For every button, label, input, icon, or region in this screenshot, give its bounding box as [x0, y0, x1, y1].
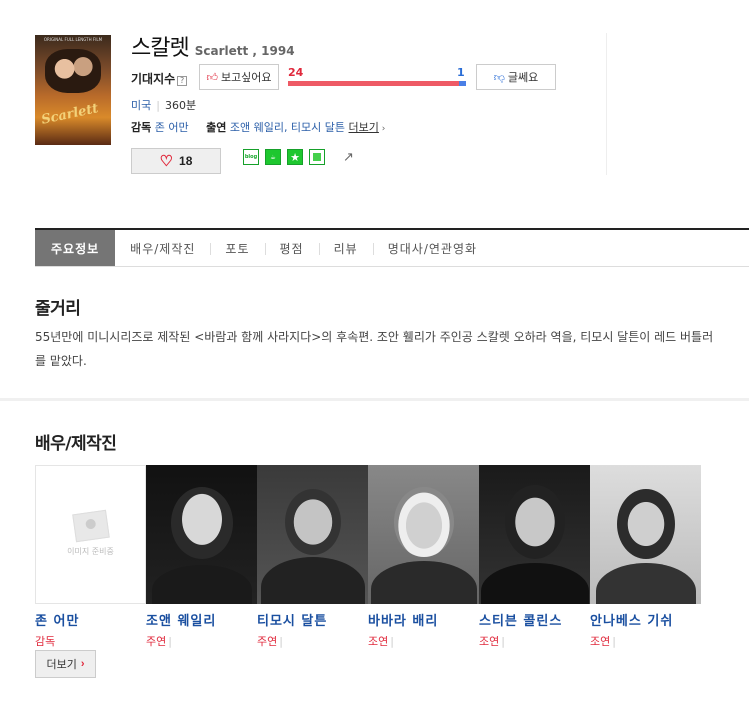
cast-name[interactable]: 바바라 배리	[368, 610, 479, 629]
heart-icon: ♡	[159, 152, 174, 170]
cast-photo[interactable]	[368, 465, 479, 604]
cast-label: 출연	[206, 121, 227, 134]
cast-role: 조연 |	[479, 635, 505, 648]
header-divider	[606, 33, 607, 175]
cast-links[interactable]: 조앤 웨일리, 티모시 달튼	[230, 121, 345, 134]
tab-quotes-related[interactable]: 명대사/연관영화	[372, 230, 492, 266]
synopsis-title: 줄거리	[35, 299, 81, 319]
cast-photo[interactable]	[146, 465, 257, 604]
thumbs-down-icon: 👎︎	[493, 70, 505, 84]
not-sure-label: 글쎄요	[507, 71, 539, 84]
movie-title-row: 스칼렛 Scarlett , 1994	[131, 30, 295, 62]
not-sure-button[interactable]: 👎︎ 글쎄요	[476, 64, 556, 90]
cast-photo[interactable]	[257, 465, 368, 604]
tab-main-info[interactable]: 주요정보	[35, 230, 116, 266]
vote-ratio-fill	[288, 81, 459, 86]
director-label: 감독	[131, 121, 152, 134]
cast-card[interactable]: 스티븐 콜린스 조연 |	[479, 465, 590, 649]
share-icons: blog ☕︎ ★ ↗︎	[243, 149, 354, 165]
cast-name[interactable]: 안나베스 기쉬	[590, 610, 701, 629]
people-row: 감독 존 어만 출연 조앤 웨일리, 티모시 달튼 더보기 ›	[131, 119, 385, 135]
memo-share-icon[interactable]	[309, 149, 325, 165]
cast-role: 조연 |	[590, 635, 616, 648]
share-icon[interactable]: ↗︎	[343, 150, 354, 165]
cast-name[interactable]: 티모시 달튼	[257, 610, 368, 629]
poster-faces	[45, 49, 101, 93]
cast-card[interactable]: 바바라 배리 조연 |	[368, 465, 479, 649]
cast-list: 이미지 준비중 존 어만 감독 조앤 웨일리 주연 | 티모시 달튼 주연 | 바바…	[35, 465, 701, 649]
cast-name[interactable]: 존 어만	[35, 610, 146, 629]
bookmark-star-icon[interactable]: ★	[287, 149, 303, 165]
tab-reviews[interactable]: 리뷰	[318, 230, 373, 266]
poster-top-text: ORIGINAL FULL LENGTH FILM	[43, 37, 103, 42]
cast-more-button[interactable]: 더보기 ›	[35, 650, 96, 678]
country-link[interactable]: 미국	[131, 99, 151, 112]
movie-title-korean: 스칼렛	[131, 36, 190, 61]
runtime: 360분	[164, 99, 197, 112]
cast-role: 감독	[35, 635, 56, 648]
help-icon[interactable]: ?	[177, 76, 188, 86]
people-more-link[interactable]: 더보기	[349, 121, 379, 134]
vote-ratio-bar	[288, 81, 466, 86]
no-image-text: 이미지 준비중	[67, 547, 114, 556]
want-count: 24	[288, 66, 304, 79]
movie-meta: 미국 | 360분	[131, 97, 196, 113]
cast-photo[interactable]	[479, 465, 590, 604]
cast-role: 주연 |	[146, 635, 172, 648]
cast-photo[interactable]	[590, 465, 701, 604]
no-count: 1	[457, 66, 465, 79]
cast-card[interactable]: 티모시 달튼 주연 |	[257, 465, 368, 649]
cast-card[interactable]: 이미지 준비중 존 어만 감독	[35, 465, 146, 649]
expectation-row: 기대지수? 👍︎ 보고싶어요 24 1 👎︎ 글쎄요	[131, 64, 561, 90]
cafe-share-icon[interactable]: ☕︎	[265, 149, 281, 165]
cast-name[interactable]: 조앤 웨일리	[146, 610, 257, 629]
want-to-see-label: 보고싶어요	[220, 71, 272, 84]
cast-more-label: 더보기	[46, 659, 77, 671]
chevron-right-icon: ›	[378, 124, 386, 134]
cast-section-title: 배우/제작진	[35, 434, 117, 454]
meta-separator: |	[156, 99, 160, 112]
want-to-see-button[interactable]: 👍︎ 보고싶어요	[199, 64, 279, 90]
tab-ratings[interactable]: 평점	[264, 230, 319, 266]
cast-name[interactable]: 스티븐 콜린스	[479, 610, 590, 629]
expectation-label: 기대지수?	[131, 70, 188, 87]
movie-poster[interactable]: ORIGINAL FULL LENGTH FILM Scarlett	[35, 35, 111, 145]
chevron-right-icon: ›	[80, 658, 85, 670]
no-image-icon	[71, 509, 110, 543]
cast-role: 조연 |	[368, 635, 394, 648]
blog-share-icon[interactable]: blog	[243, 149, 259, 165]
like-button[interactable]: ♡ 18	[131, 148, 221, 174]
synopsis-text: 55년만에 미니시리즈로 제작된 <바람과 함께 사라지다>의 후속편. 조안 …	[35, 330, 714, 368]
like-count: 18	[179, 154, 193, 168]
cast-card[interactable]: 안나베스 기쉬 조연 |	[590, 465, 701, 649]
poster-title: Scarlett	[40, 101, 100, 128]
cast-card[interactable]: 조앤 웨일리 주연 |	[146, 465, 257, 649]
cast-role: 주연 |	[257, 635, 283, 648]
tab-bar: 주요정보 배우/제작진 포토 평점 리뷰 명대사/연관영화	[35, 228, 749, 267]
cast-photo-placeholder[interactable]: 이미지 준비중	[35, 465, 146, 604]
section-divider	[0, 398, 749, 401]
thumbs-up-icon: 👍︎	[206, 70, 218, 84]
tab-cast-crew[interactable]: 배우/제작진	[115, 230, 210, 266]
tab-photos[interactable]: 포토	[210, 230, 264, 266]
director-link[interactable]: 존 어만	[155, 121, 189, 134]
movie-title-english: Scarlett , 1994	[194, 44, 295, 58]
